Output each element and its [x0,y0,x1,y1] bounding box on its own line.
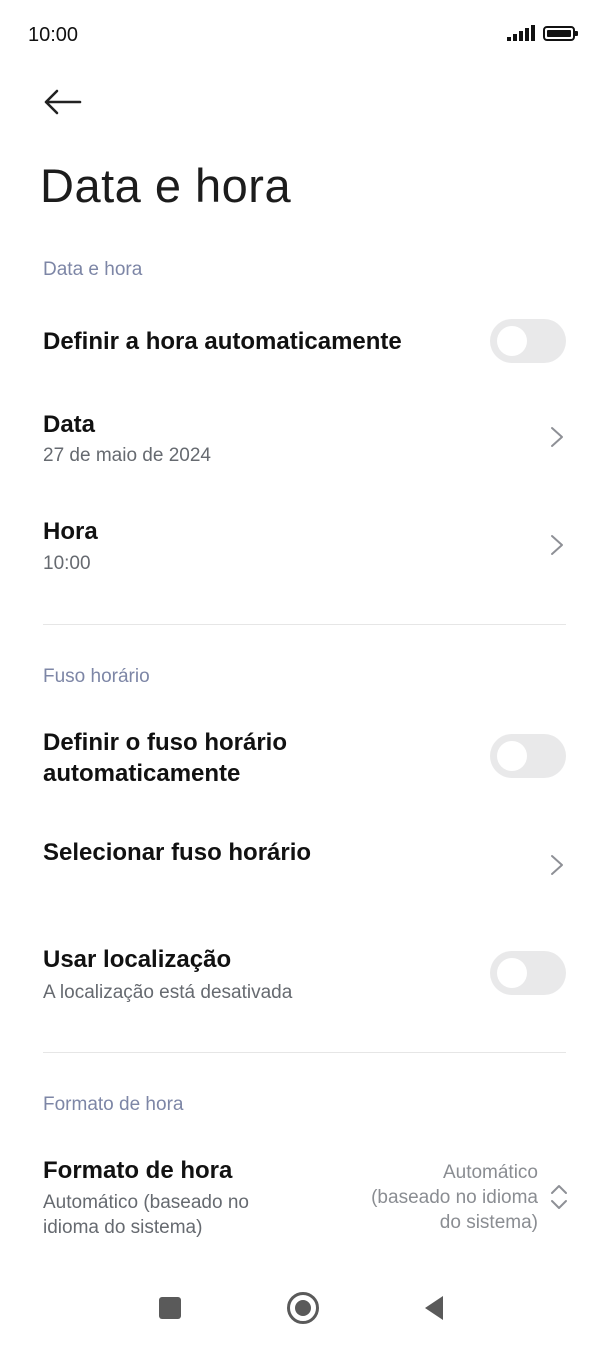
select-timezone-row[interactable]: Selecionar fuso horário [0,820,609,916]
triangle-left-icon [425,1296,443,1320]
use-location-row[interactable]: Usar localização A localização está desa… [0,930,609,1020]
auto-timezone-toggle[interactable] [490,734,566,778]
auto-timezone-title-line1: Definir o fuso horário [43,729,288,756]
signal-icon [507,25,535,41]
section-label-time-format: Formato de hora [43,1094,184,1115]
home-button[interactable] [275,1280,331,1336]
page-title: Data e hora [40,159,292,212]
date-title: Data [43,411,96,438]
divider [43,624,566,625]
section-label-timezone: Fuso horário [43,666,150,687]
back-button[interactable] [38,82,86,122]
auto-time-title: Definir a hora automaticamente [43,328,402,355]
chevron-right-icon [551,855,563,875]
time-format-row[interactable]: Formato de hora Automático (baseado no i… [0,1145,609,1255]
date-row[interactable]: Data 27 de maio de 2024 [0,392,609,492]
auto-timezone-title-line2: automaticamente [43,760,241,787]
square-icon [159,1297,181,1319]
chevron-up-down-icon[interactable] [549,1182,569,1212]
auto-time-row[interactable]: Definir a hora automaticamente [0,300,609,384]
use-location-title: Usar localização [43,946,232,973]
time-value: 10:00 [43,553,91,574]
time-format-value-line3: do sistema) [439,1212,538,1233]
time-format-subtitle-line1: Automático (baseado no [43,1192,249,1213]
arrow-left-icon [44,89,82,115]
time-row[interactable]: Hora 10:00 [0,500,609,600]
battery-icon [543,25,578,41]
select-timezone-title: Selecionar fuso horário [43,839,312,866]
back-nav-button[interactable] [406,1280,462,1336]
status-bar: 10:00 [0,0,609,70]
status-time: 10:00 [28,24,79,46]
status-icons [507,25,578,41]
date-value: 27 de maio de 2024 [43,445,211,466]
time-format-value-line1: Automático [442,1162,538,1183]
use-location-subtitle: A localização está desativada [43,982,293,1003]
navigation-bar [0,1264,609,1354]
time-format-value-line2: (baseado no idioma [371,1187,538,1208]
use-location-toggle[interactable] [490,951,566,995]
circle-icon [287,1292,319,1324]
auto-timezone-row[interactable]: Definir o fuso horário automaticamente [0,712,609,802]
auto-time-toggle[interactable] [490,319,566,363]
section-label-date-time: Data e hora [43,259,143,280]
divider [43,1052,566,1053]
chevron-right-icon [551,427,563,447]
time-format-subtitle-line2: idioma do sistema) [43,1217,203,1238]
time-format-title: Formato de hora [43,1157,233,1184]
recents-button[interactable] [142,1280,198,1336]
time-title: Hora [43,518,98,545]
chevron-right-icon [551,535,563,555]
